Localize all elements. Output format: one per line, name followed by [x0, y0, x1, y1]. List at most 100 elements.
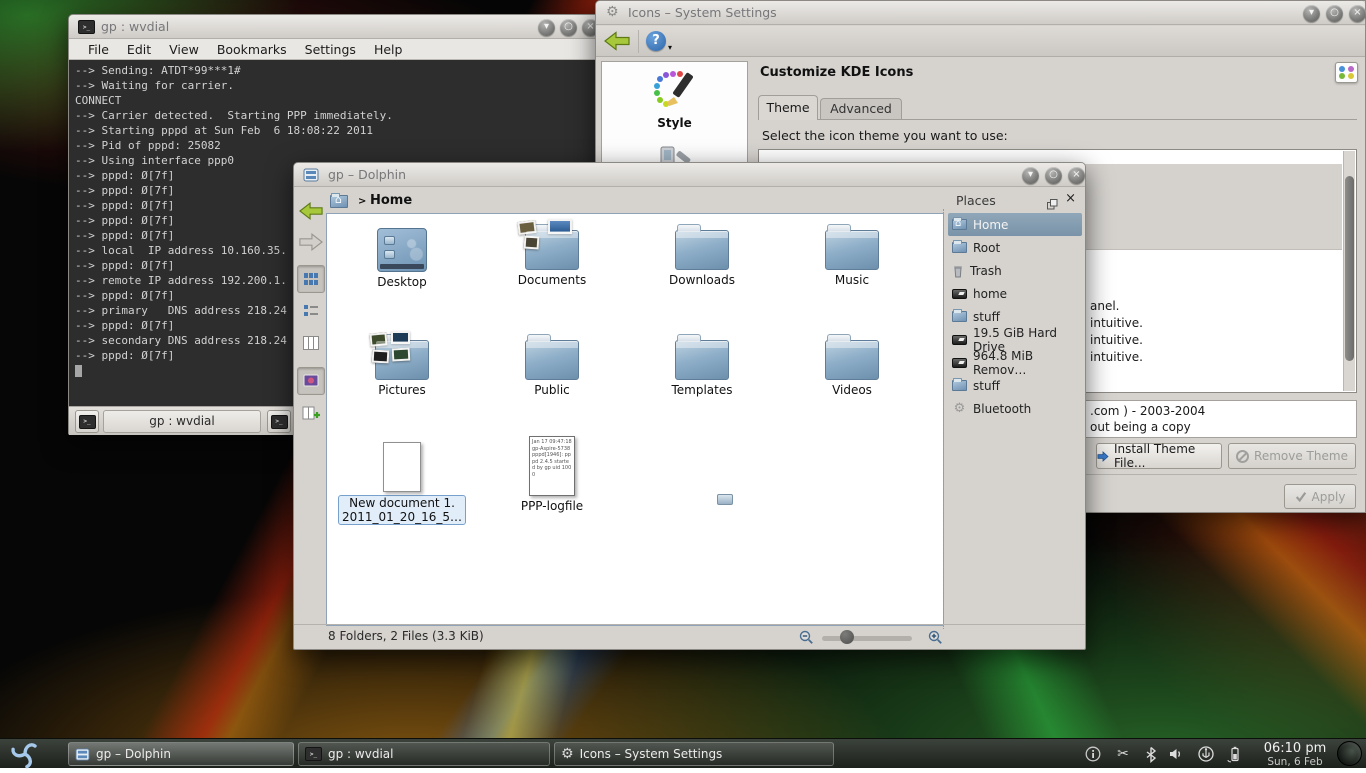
task-system-settings[interactable]: ⚙ Icons – System Settings [554, 742, 834, 766]
tray-info-icon[interactable] [1083, 744, 1103, 764]
chevron-down-icon[interactable]: ▾ [668, 43, 672, 52]
theme-description-fragment: intuitive. [1090, 316, 1143, 330]
dolphin-titlebar[interactable]: gp – Dolphin ▾ ○ × [294, 163, 1085, 187]
folder-icon [952, 311, 967, 322]
forward-button[interactable] [297, 228, 325, 256]
menu-item-file[interactable]: File [79, 42, 118, 57]
close-button[interactable]: × [1349, 5, 1366, 22]
help-button[interactable]: ? [646, 31, 666, 51]
float-panel-icon[interactable] [1047, 195, 1058, 214]
tray-volume-icon[interactable] [1166, 744, 1186, 764]
konsole-titlebar[interactable]: >_ gp : wvdial ▾ ○ × [69, 15, 627, 39]
trash-icon [952, 264, 964, 278]
preview-toggle-button[interactable] [297, 367, 325, 395]
clock-date: Sun, 6 Feb [1256, 756, 1334, 768]
status-text: 8 Folders, 2 Files (3.3 KiB) [328, 629, 484, 643]
file-item-pictures[interactable]: Pictures [337, 330, 467, 397]
zoom-slider-handle[interactable] [840, 630, 854, 644]
system-settings-titlebar[interactable]: ⚙ Icons – System Settings ▾ ○ × [596, 1, 1365, 25]
breadcrumb-home-button[interactable]: ⌂ [330, 193, 354, 213]
close-panel-icon[interactable]: × [1065, 191, 1076, 206]
file-label: Music [787, 273, 917, 287]
places-label: stuff [973, 379, 1000, 393]
places-item-bluetooth[interactable]: ⚙ Bluetooth [948, 397, 1082, 420]
scrollbar-thumb[interactable] [1345, 176, 1354, 361]
file-item-public[interactable]: Public [487, 330, 617, 397]
file-item-desktop[interactable]: Desktop [337, 220, 467, 289]
maximize-button[interactable]: ○ [1326, 5, 1343, 22]
konsole-app-icon: >_ [78, 20, 95, 34]
terminal-line: --> Starting pppd at Sun Feb 6 18:08:22 … [75, 124, 627, 139]
file-item-new-document[interactable]: New document 1.2011_01_20_16_5… [337, 434, 467, 525]
menu-item-bookmarks[interactable]: Bookmarks [208, 42, 296, 57]
places-header[interactable]: Places × [948, 189, 1082, 213]
gear-icon: ⚙ [561, 746, 574, 762]
file-item-documents[interactable]: Documents [487, 220, 617, 287]
places-label: Root [973, 241, 1000, 255]
file-item-templates[interactable]: Templates [637, 330, 767, 397]
places-item-home[interactable]: ⌂ Home [948, 213, 1082, 236]
menu-item-view[interactable]: View [160, 42, 208, 57]
tray-bluetooth-icon[interactable] [1141, 744, 1161, 764]
places-item-trash[interactable]: Trash [948, 259, 1082, 282]
tab-theme[interactable]: Theme [758, 95, 818, 120]
scrollbar-track[interactable] [1343, 151, 1355, 391]
folder-icon [825, 340, 879, 380]
close-button[interactable]: × [1068, 167, 1085, 184]
file-item-downloads[interactable]: Downloads [637, 220, 767, 287]
details-view-button[interactable] [297, 297, 325, 325]
tray-klipper-icon[interactable]: ✂ [1113, 744, 1133, 764]
tray-usb-device-icon[interactable] [1196, 744, 1216, 764]
columns-view-button[interactable] [297, 329, 325, 357]
dolphin-statusbar: 8 Folders, 2 Files (3.3 KiB) [294, 624, 1085, 649]
konsole-tab-label: gp : wvdial [149, 414, 214, 428]
task-konsole[interactable]: >_ gp : wvdial [298, 742, 550, 766]
remove-theme-label: Remove Theme [1254, 449, 1348, 463]
panel-toolbox-cashew[interactable] [1337, 741, 1362, 766]
file-item-music[interactable]: Music [787, 220, 917, 287]
minimize-button[interactable]: ▾ [538, 19, 555, 36]
zoom-out-icon[interactable] [799, 630, 814, 649]
file-label: PPP-logfile [487, 499, 617, 513]
icons-view-button[interactable] [297, 265, 325, 293]
places-item-root[interactable]: Root [948, 236, 1082, 259]
desktop-folder-icon [377, 228, 427, 272]
maximize-button[interactable]: ○ [1045, 167, 1062, 184]
forward-arrow-icon [299, 232, 323, 252]
tab-advanced[interactable]: Advanced [820, 98, 902, 120]
back-button[interactable] [604, 31, 630, 55]
close-tab-button[interactable]: >_ [267, 410, 291, 433]
menu-item-settings[interactable]: Settings [296, 42, 365, 57]
folder-view[interactable]: Desktop Documents Downloads Music [326, 213, 944, 626]
places-item-stuff-2[interactable]: stuff [948, 374, 1082, 397]
dolphin-app-icon [75, 748, 90, 761]
back-arrow-icon [299, 201, 323, 221]
sidebar-item-style[interactable]: Style [602, 62, 747, 130]
details-view-icon [303, 303, 319, 319]
minimize-button[interactable]: ▾ [1022, 167, 1039, 184]
hard-drive-icon [952, 289, 967, 299]
clock-widget[interactable]: 06:10 pm Sun, 6 Feb [1256, 741, 1334, 768]
remove-theme-button[interactable]: Remove Theme [1228, 443, 1356, 469]
menu-item-edit[interactable]: Edit [118, 42, 160, 57]
minimize-button[interactable]: ▾ [1303, 5, 1320, 22]
breadcrumb[interactable]: Home [370, 193, 412, 208]
split-view-button[interactable] [297, 399, 325, 427]
file-item-videos[interactable]: Videos [787, 330, 917, 397]
tray-battery-icon[interactable] [1224, 744, 1244, 764]
remove-icon [1236, 450, 1249, 463]
zoom-slider-track[interactable] [822, 636, 912, 641]
task-dolphin[interactable]: gp – Dolphin [68, 742, 294, 766]
places-item-home-partition[interactable]: home [948, 282, 1082, 305]
back-button[interactable] [297, 197, 325, 225]
new-tab-button[interactable]: >_ [75, 410, 99, 433]
places-item-removable[interactable]: 964.8 MiB Remov… [948, 351, 1082, 374]
split-view-icon [302, 405, 321, 421]
apply-button[interactable]: Apply [1284, 484, 1356, 509]
zoom-in-icon[interactable] [928, 630, 943, 649]
file-item-ppp-logfile[interactable]: Jan 17 09:47:18 gp-Aspire-5738 pppd[1946… [487, 434, 617, 513]
maximize-button[interactable]: ○ [560, 19, 577, 36]
konsole-tab[interactable]: gp : wvdial [103, 410, 261, 433]
menu-item-help[interactable]: Help [365, 42, 412, 57]
install-theme-button[interactable]: Install Theme File... [1096, 443, 1222, 469]
